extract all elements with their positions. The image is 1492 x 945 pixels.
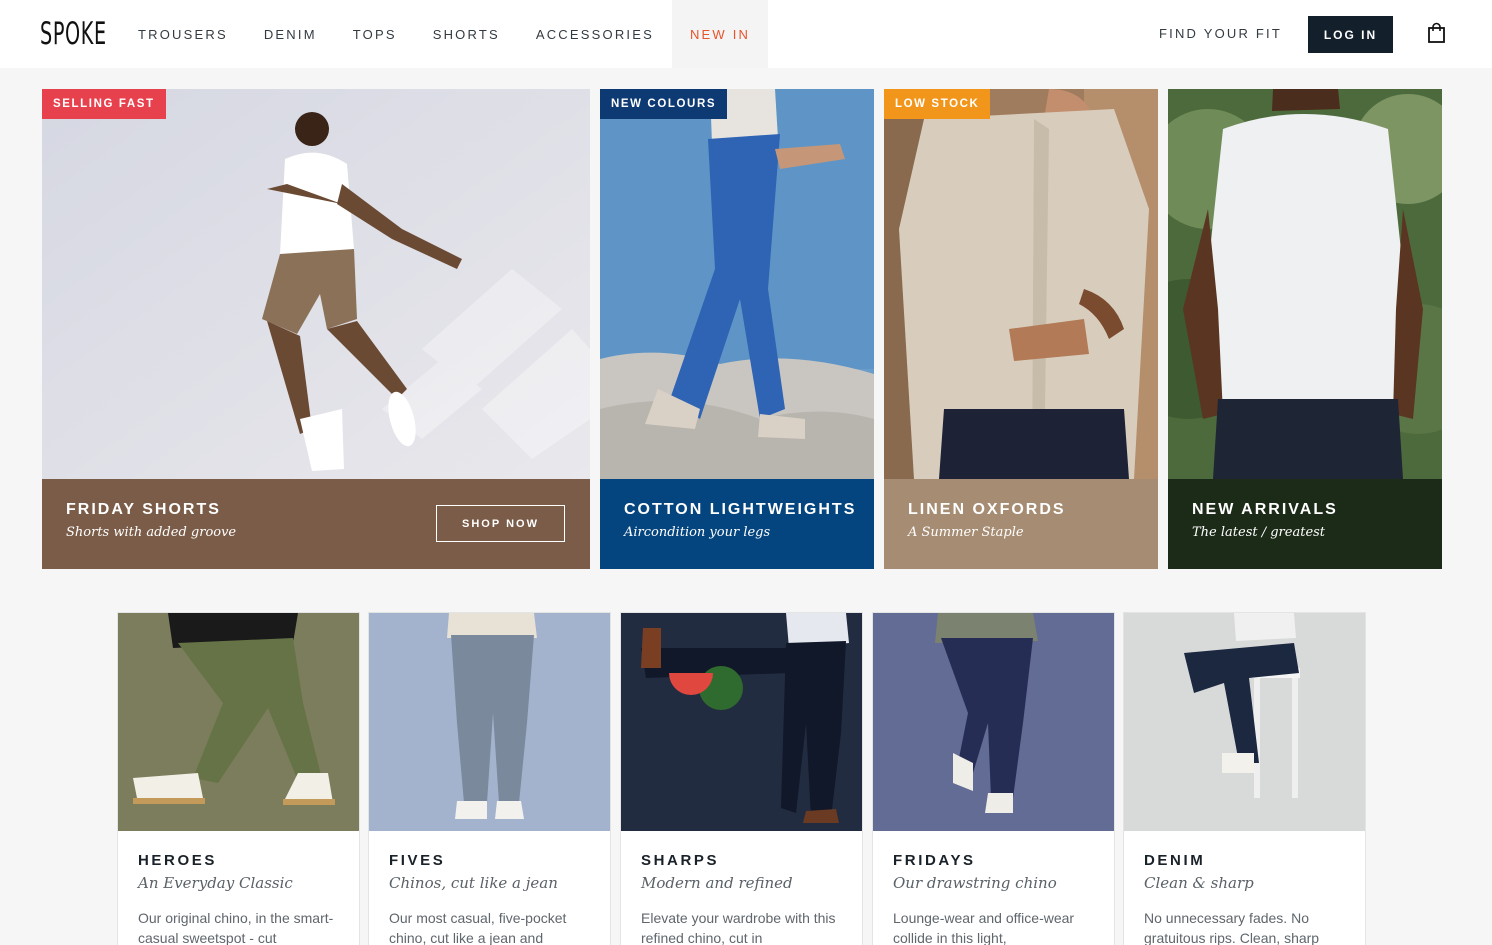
hero-caption: NEW ARRIVALS The latest / greatest [1168,479,1442,569]
product-image-sharps [621,613,862,831]
hero-title: COTTON LIGHTWEIGHTS [624,501,857,518]
hero-subtitle: A Summer Staple [908,525,1024,540]
badge-low-stock: LOW STOCK [884,89,991,119]
nav-item-accessories[interactable]: ACCESSORIES [518,0,672,68]
hero-image-linen-oxfords [884,89,1158,479]
hero-card-friday-shorts[interactable]: SELLING FAST FRIDAY SHORTS Shorts with a… [42,89,590,569]
hero-image-cotton-lightweights [600,89,874,479]
product-tagline: Clean & sharp [1144,874,1254,892]
product-card-fives[interactable]: FIVES Chinos, cut like a jean Our most c… [368,612,611,945]
product-name: DENIM [1144,852,1206,869]
product-card-sharps[interactable]: SHARPS Modern and refined Elevate your w… [620,612,863,945]
shopping-bag-icon[interactable] [1427,22,1446,44]
login-button[interactable]: LOG IN [1308,16,1393,53]
product-name: HEROES [138,852,217,869]
badge-selling-fast: SELLING FAST [42,89,166,119]
shop-now-button[interactable]: SHOP NOW [436,505,565,542]
hero-title: LINEN OXFORDS [908,501,1066,518]
nav-item-tops[interactable]: TOPS [335,0,415,68]
product-image-fives [369,613,610,831]
product-name: FRIDAYS [893,852,976,869]
hero-subtitle: Aircondition your legs [624,525,771,540]
product-card-heroes[interactable]: HEROES An Everyday Classic Our original … [117,612,360,945]
nav-item-shorts[interactable]: SHORTS [415,0,518,68]
product-description: Elevate your wardrobe with this refined … [641,910,836,945]
hero-caption: LINEN OXFORDS A Summer Staple [884,479,1158,569]
hero-image-friday-shorts [42,89,590,479]
nav-item-denim[interactable]: DENIM [246,0,335,68]
hero-caption: FRIDAY SHORTS Shorts with added groove S… [42,479,590,569]
badge-new-colours: NEW COLOURS [600,89,728,119]
product-tagline: An Everyday Classic [138,874,293,892]
hero-caption: COTTON LIGHTWEIGHTS Aircondition your le… [600,479,874,569]
product-description: Lounge-wear and office-wear collide in t… [893,910,1075,945]
product-tagline: Chinos, cut like a jean [389,874,558,892]
site-header: SPOKE TROUSERS DENIM TOPS SHORTS ACCESSO… [0,0,1492,68]
find-your-fit-link[interactable]: FIND YOUR FIT [1159,26,1282,41]
product-image-heroes [118,613,359,831]
product-tagline: Our drawstring chino [893,874,1057,892]
hero-subtitle: Shorts with added groove [66,525,237,540]
product-name: FIVES [389,852,446,869]
main-nav: TROUSERS DENIM TOPS SHORTS ACCESSORIES N… [120,0,769,68]
product-image-denim [1124,613,1365,831]
hero-card-new-arrivals[interactable]: NEW ARRIVALS The latest / greatest [1168,89,1442,569]
hero-card-cotton-lightweights[interactable]: NEW COLOURS COTTON LIGHTWEIGHTS Aircondi… [600,89,874,569]
hero-title: FRIDAY SHORTS [66,501,221,518]
product-name: SHARPS [641,852,720,869]
hero-subtitle: The latest / greatest [1192,525,1326,540]
nav-item-trousers[interactable]: TROUSERS [120,0,246,68]
product-description: Our original chino, in the smart-casual … [138,910,334,945]
product-image-fridays [873,613,1114,831]
hero-title: NEW ARRIVALS [1192,501,1338,518]
product-description: No unnecessary fades. No gratuitous rips… [1144,910,1320,945]
nav-item-new-in[interactable]: NEW IN [671,0,769,68]
spoke-logo[interactable]: SPOKE [40,14,107,54]
product-card-fridays[interactable]: FRIDAYS Our drawstring chino Lounge-wear… [872,612,1115,945]
hero-image-new-arrivals [1168,89,1442,479]
product-card-denim[interactable]: DENIM Clean & sharp No unnecessary fades… [1123,612,1366,945]
product-description: Our most casual, five-pocket chino, cut … [389,910,567,945]
hero-card-linen-oxfords[interactable]: LOW STOCK LINEN OXFORDS A Summer Staple [884,89,1158,569]
product-tagline: Modern and refined [641,874,793,892]
